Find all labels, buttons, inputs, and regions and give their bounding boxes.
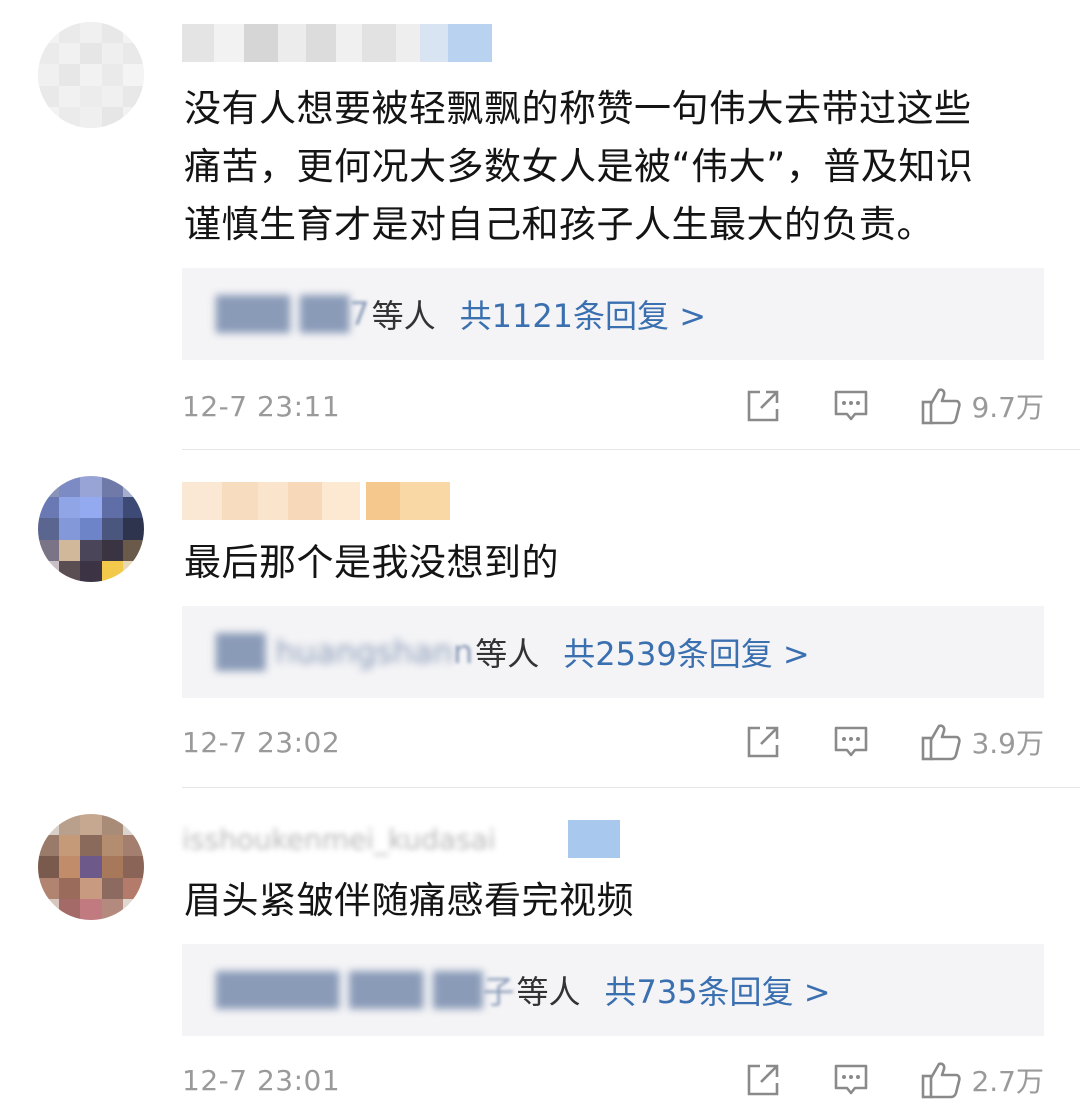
like-button[interactable]: 3.9万 [921,722,1044,762]
avatar[interactable] [38,476,144,582]
like-count: 3.9万 [971,727,1044,760]
like-count: 2.7万 [971,1065,1044,1098]
comment-text-line: 眉头紧皱伴随痛感看完视频 [184,879,634,922]
comment-icon [835,1064,868,1095]
reply-etc-label: 等人 [475,635,540,673]
share-icon [748,1064,779,1096]
comment-item: 最后那个是我没想到的 ██ huangshan n 等人 共2539条回复 > 1… [0,450,1080,788]
action-bar: 3.9万 [745,714,1044,770]
username-mosaic [568,820,620,858]
avatar[interactable] [38,814,144,920]
comment-text: 最后那个是我没想到的 [184,534,1044,592]
comment-text: 眉头紧皱伴随痛感看完视频 [184,872,1044,930]
comment-item: 没有人想要被轻飘飘的称赞一句伟大去带过这些 痛苦，更何况大多数女人是被“伟大”，… [0,0,1080,450]
reply-usernames: █████ ███ ██ [216,971,483,1009]
reply-etc-label: 等人 [371,297,436,335]
timestamp: 12-7 23:11 [182,389,341,423]
reply-usernames: ███ ██ [216,295,350,333]
like-button[interactable]: 9.7万 [921,386,1044,426]
reply-count-link[interactable]: 共735条回复 > [604,967,830,1013]
comment-icon [835,726,868,757]
reply-username-tail: 7 [349,295,370,333]
comment-button[interactable] [833,388,869,424]
reply-summary[interactable]: ██ huangshan n 等人 共2539条回复 > [182,606,1044,698]
reply-etc-label: 等人 [516,973,581,1011]
timestamp: 12-7 23:01 [182,1063,341,1097]
comment-button[interactable] [833,724,869,760]
reply-summary[interactable]: █████ ███ ██ 子 等人 共735条回复 > [182,944,1044,1036]
reply-username-tail: n [453,633,474,671]
comment-text-line: 痛苦，更何况大多数女人是被“伟大”，普及知识 [184,145,974,188]
comment-footer: 12-7 23:01 2.7万 [182,1052,1044,1108]
comment-text-line: 没有人想要被轻飘飘的称赞一句伟大去带过这些 [184,87,972,130]
comment-icon [835,390,868,421]
reply-summary[interactable]: ███ ██ 7 等人 共1121条回复 > [182,268,1044,360]
like-count: 9.7万 [971,391,1044,424]
username-mosaic[interactable] [182,482,450,520]
thumbs-up-icon [922,388,962,425]
reply-count-link[interactable]: 共2539条回复 > [563,629,809,675]
share-button[interactable] [745,724,781,760]
share-icon [748,390,779,422]
like-button[interactable]: 2.7万 [921,1060,1044,1100]
username-mosaic[interactable] [182,24,492,62]
comment-item: isshoukenmei_kudasai 眉头紧皱伴随痛感看完视频 █████ … [0,788,1080,1112]
thumbs-up-icon [922,1062,962,1099]
timestamp: 12-7 23:02 [182,725,341,759]
comment-button[interactable] [833,1062,869,1098]
reply-usernames: ██ huangshan [216,633,453,671]
share-button[interactable] [745,1062,781,1098]
reply-username-tail: 子 [482,973,515,1011]
comment-text-line: 最后那个是我没想到的 [184,541,559,584]
comment-footer: 12-7 23:11 9.7万 [182,378,1044,434]
avatar[interactable] [38,22,144,128]
comment-text: 没有人想要被轻飘飘的称赞一句伟大去带过这些 痛苦，更何况大多数女人是被“伟大”，… [184,80,1044,254]
reply-count-link[interactable]: 共1121条回复 > [460,291,706,337]
action-bar: 2.7万 [745,1052,1044,1108]
share-icon [748,726,779,758]
comment-text-line: 谨慎生育才是对自己和孩子人生最大的负责。 [184,203,934,246]
thumbs-up-icon [922,724,962,761]
share-button[interactable] [745,388,781,424]
comment-footer: 12-7 23:02 3.9万 [182,714,1044,770]
username[interactable]: isshoukenmei_kudasai [182,820,496,858]
action-bar: 9.7万 [745,378,1044,434]
